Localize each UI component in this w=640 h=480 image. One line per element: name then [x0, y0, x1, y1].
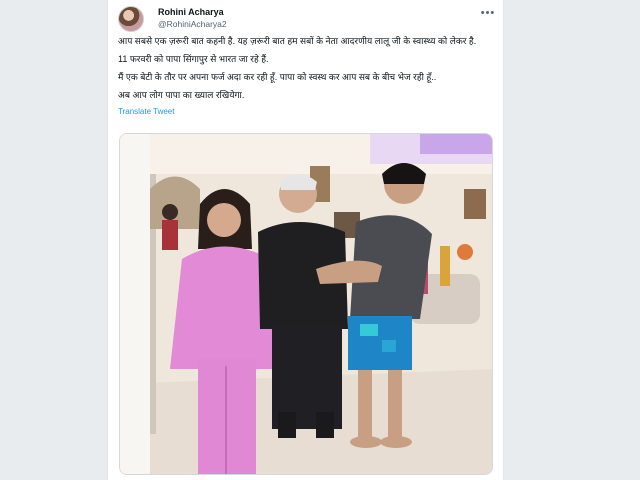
more-horizontal-icon[interactable]: •••	[478, 6, 498, 20]
right-margin	[504, 0, 640, 480]
tweet-paragraph: 11 फरवरी को पापा सिंगापुर से भारत जा रहे…	[118, 54, 269, 64]
author-name[interactable]: Rohini Acharya	[158, 7, 224, 17]
tweet-paragraph: आप सबसे एक ज़रूरी बात कहनी है. यह ज़रूरी…	[118, 36, 477, 46]
tweet-body: आप सबसे एक ज़रूरी बात कहनी है. यह ज़रूरी…	[118, 36, 500, 117]
tweet-paragraph: मैं एक बेटी के तौर पर अपना फर्ज अदा कर र…	[118, 72, 437, 82]
left-margin	[0, 0, 107, 480]
avatar[interactable]	[118, 6, 144, 32]
tweet-photo[interactable]	[119, 133, 493, 475]
translate-tweet-link[interactable]: Translate Tweet	[118, 106, 500, 117]
tweet-header: Rohini Acharya @RohiniAcharya2 •••	[118, 6, 498, 34]
tweet-paragraph: अब आप लोग पापा का ख्याल रखियेगा.	[118, 90, 245, 100]
author-handle[interactable]: @RohiniAcharya2	[158, 19, 227, 29]
